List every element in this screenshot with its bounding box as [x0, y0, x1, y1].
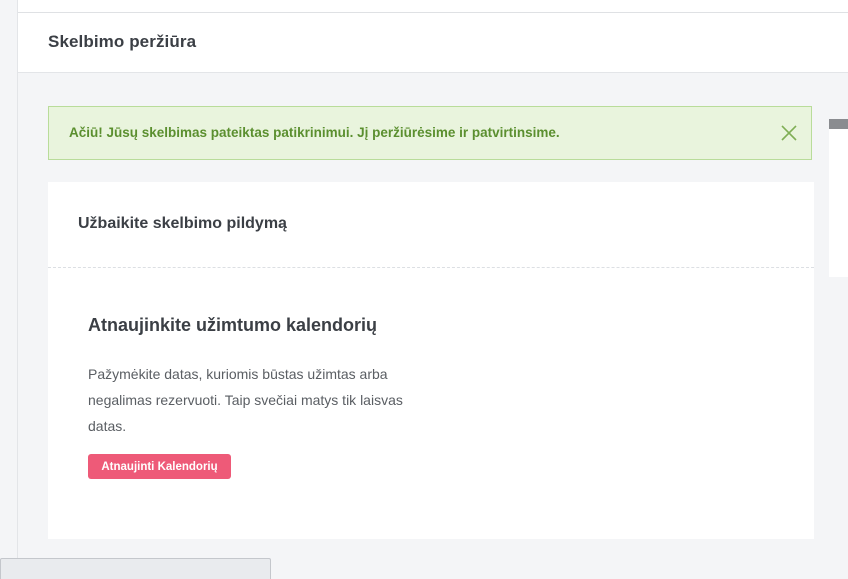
bottom-bar — [0, 558, 271, 579]
card-header: Užbaikite skelbimo pildymą — [48, 182, 814, 268]
calendar-section-description: Pažymėkite datas, kuriomis būstas užimta… — [88, 366, 403, 434]
alert-message: Ačiū! Jūsų skelbimas pateiktas patikrini… — [69, 125, 560, 140]
close-icon[interactable] — [779, 123, 799, 143]
calendar-section-title: Atnaujinkite užimtumo kalendorių — [88, 315, 378, 335]
completion-card: Užbaikite skelbimo pildymą Atnaujinkite … — [48, 182, 814, 539]
card-header-title: Užbaikite skelbimo pildymą — [78, 215, 287, 232]
top-edge — [0, 0, 848, 13]
update-calendar-button[interactable]: Atnaujinti Kalendorių — [88, 454, 231, 479]
sidebar-strip — [0, 0, 18, 579]
right-side-panel — [829, 119, 848, 277]
page-header: Skelbimo peržiūra — [18, 13, 848, 73]
success-alert: Ačiū! Jūsų skelbimas pateiktas patikrini… — [48, 106, 812, 160]
page-title: Skelbimo peržiūra — [48, 32, 197, 51]
